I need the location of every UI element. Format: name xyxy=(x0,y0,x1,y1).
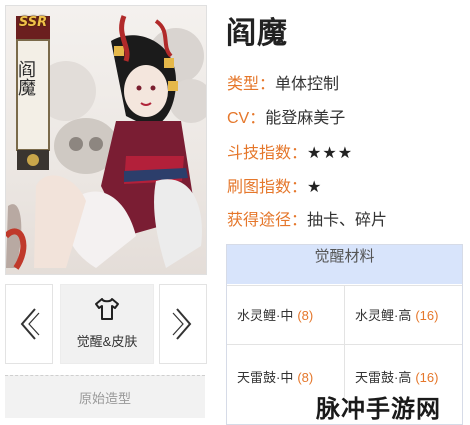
info-obtain-key: 获得途径： xyxy=(227,212,308,229)
material-name: 水灵鲤·中 xyxy=(237,308,294,323)
prev-button[interactable] xyxy=(5,284,53,364)
material-name: 天雷鼓·中 xyxy=(237,370,294,385)
info-cv-value: 能登麻美子 xyxy=(265,110,346,127)
material-count: (8) xyxy=(297,308,314,323)
info-farming-rating: 刷图指数：★ xyxy=(227,173,322,197)
info-type: 类型：单体控制 xyxy=(227,70,339,94)
info-pvp-rating: 斗技指数：★★★ xyxy=(227,139,353,163)
site-watermark: 脉冲手游网 xyxy=(316,395,441,423)
material-name: 水灵鲤·高 xyxy=(355,308,412,323)
info-farming-key: 刷图指数： xyxy=(227,179,308,196)
awaken-skin-label: 觉醒&皮肤 xyxy=(76,334,138,349)
material-count: (16) xyxy=(415,308,439,323)
rarity-badge: SSR xyxy=(18,15,48,30)
shirt-icon xyxy=(95,298,119,320)
material-name: 天雷鼓·高 xyxy=(355,370,412,385)
info-farming-stars: ★ xyxy=(307,179,323,196)
awaken-skin-button[interactable]: 觉醒&皮肤 xyxy=(60,284,154,364)
material-cell: 水灵鲤·中 (8) xyxy=(227,285,345,344)
info-obtain-value: 抽卡、碎片 xyxy=(307,212,388,229)
next-button[interactable] xyxy=(159,284,207,364)
info-obtain: 获得途径：抽卡、碎片 xyxy=(227,206,387,230)
info-pvp-key: 斗技指数： xyxy=(227,145,308,162)
awaken-materials-header: 觉醒材料 xyxy=(227,245,462,284)
original-look-button[interactable]: 原始造型 xyxy=(5,375,205,418)
info-cv: CV：能登麻美子 xyxy=(227,104,345,128)
info-pvp-stars: ★★★ xyxy=(307,145,354,162)
material-count: (8) xyxy=(297,370,314,385)
info-type-key: 类型： xyxy=(227,76,276,93)
material-cell: 水灵鲤·高 (16) xyxy=(345,285,462,344)
chevron-right-icon xyxy=(172,308,192,340)
original-look-label: 原始造型 xyxy=(78,391,131,406)
material-count: (16) xyxy=(415,370,439,385)
info-cv-key: CV： xyxy=(227,110,266,127)
chevron-left-icon xyxy=(20,308,40,340)
shikigami-name: 阎魔 xyxy=(226,16,288,51)
scroll-name-text: 阎魔 xyxy=(15,60,36,96)
shikigami-portrait: SSR 阎魔 xyxy=(5,5,207,275)
info-type-value: 单体控制 xyxy=(275,76,340,93)
